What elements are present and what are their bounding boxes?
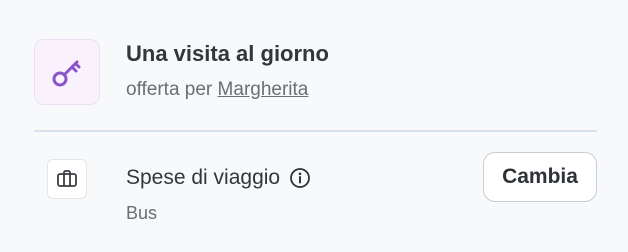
info-icon[interactable] [289,167,311,189]
change-button[interactable]: Cambia [483,152,597,202]
offer-icon-tile [34,39,100,105]
travel-cost-value: Bus [126,203,158,223]
travel-cost-label: Spese di viaggio [126,166,281,189]
offer-subtitle: offerta per Margherita [126,79,308,101]
booking-summary: Una visita al giorno offerta per Margher… [0,0,628,252]
key-icon [52,60,81,87]
host-name-link[interactable]: Margherita [218,79,309,100]
section-divider [34,130,597,132]
offered-by-label: offerta per [126,79,213,100]
briefcase-icon [57,170,77,187]
travel-cost-row: Spese di viaggio Bus Cambia [47,152,597,232]
travel-icon-tile [47,159,87,199]
travel-cost-title: Spese di viaggio [126,166,311,190]
offer-row: Una visita al giorno offerta per Margher… [34,39,597,105]
offer-title: Una visita al giorno [126,41,329,66]
